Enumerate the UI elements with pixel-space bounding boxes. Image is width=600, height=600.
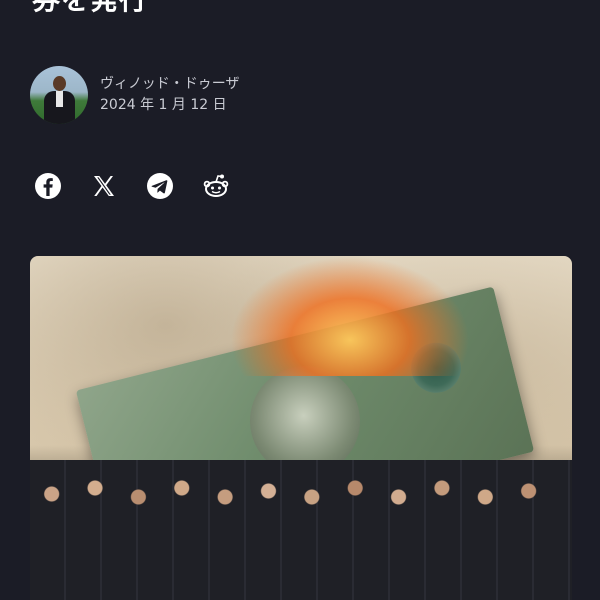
share-buttons xyxy=(33,171,257,201)
author-name[interactable]: ヴィノッド・ドゥーザ xyxy=(100,74,239,94)
featured-image xyxy=(30,256,572,600)
author-meta: ヴィノッド・ドゥーザ 2024 年 1 月 12 日 xyxy=(100,74,239,116)
post-date: 2024 年 1 月 12 日 xyxy=(100,97,227,113)
share-telegram-button[interactable] xyxy=(145,171,175,201)
group-of-leaders xyxy=(30,460,572,600)
x-icon xyxy=(91,173,117,199)
share-x-button[interactable] xyxy=(89,171,119,201)
share-reddit-button[interactable] xyxy=(201,171,231,201)
facebook-icon xyxy=(34,172,62,200)
author-block: ヴィノッド・ドゥーザ 2024 年 1 月 12 日 xyxy=(30,66,239,124)
author-avatar[interactable] xyxy=(30,66,88,124)
fire-flames xyxy=(230,256,470,376)
telegram-icon xyxy=(146,172,174,200)
article-title: 券を発行 xyxy=(32,0,148,18)
share-facebook-button[interactable] xyxy=(33,171,63,201)
reddit-icon xyxy=(201,172,231,200)
